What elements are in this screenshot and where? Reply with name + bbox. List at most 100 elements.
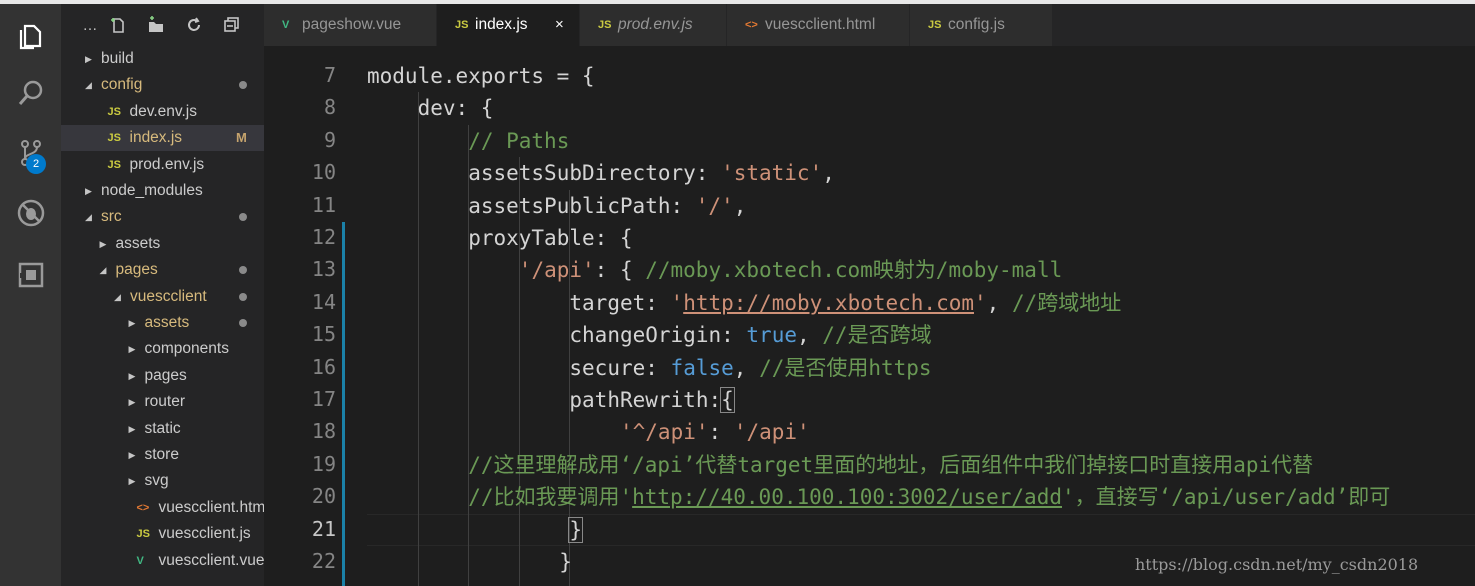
tree-item[interactable]: JS prod.env.js: [61, 152, 264, 178]
tree-item[interactable]: ◢ config: [61, 72, 264, 98]
code-token: '/api': [733, 420, 810, 445]
code-token: changeOrigin:: [569, 323, 747, 348]
collapse-all-icon[interactable]: [221, 14, 243, 36]
debug-icon[interactable]: [12, 194, 50, 232]
new-folder-icon[interactable]: [145, 14, 167, 36]
tree-item[interactable]: ▶ pages: [61, 363, 264, 389]
modified-dot: [239, 319, 247, 327]
code-token: proxyTable: {: [468, 226, 633, 250]
code-token: 'static': [721, 161, 823, 186]
tab-pageshow-vue[interactable]: Vpageshow.vue: [264, 4, 436, 46]
code-line[interactable]: dev: {: [418, 92, 494, 124]
code-line[interactable]: //比如我要调用'http://40.00.100.100:3002/user/…: [468, 481, 1390, 513]
activity-bar: 2: [0, 4, 61, 586]
tree-item[interactable]: ◢ pages: [61, 257, 264, 283]
code-line[interactable]: assetsSubDirectory: 'static',: [468, 157, 835, 189]
code-line[interactable]: //这里理解成用‘/api’代替target里面的地址，后面组件中我们掉接口时直…: [468, 449, 1313, 481]
tree-item[interactable]: ▶ assets: [61, 310, 264, 336]
code-token: '/': [695, 193, 734, 218]
code-line[interactable]: module.exports = {: [367, 60, 595, 92]
js-file-icon: JS: [136, 528, 150, 541]
line-number: 7: [323, 63, 336, 87]
modified-dot: [239, 213, 247, 222]
code-token: //是否跨域: [822, 323, 932, 348]
tab-index-js[interactable]: JS index.js ×: [437, 4, 579, 46]
code-line[interactable]: assetsPublicPath: '/',: [468, 190, 746, 222]
modified-dot: [239, 266, 247, 275]
tree-item[interactable]: JS index.js M: [61, 125, 264, 152]
tree-item[interactable]: ◢ vuescclient: [61, 284, 264, 310]
code-line[interactable]: }: [559, 546, 572, 578]
code-token: assetsPublicPath:: [468, 193, 696, 218]
tree-item-label: src: [101, 208, 122, 226]
editor-tabs: Vpageshow.vue JS index.js × JS prod.env.js <> v…: [264, 4, 1475, 46]
refresh-icon[interactable]: [183, 14, 205, 36]
tree-item[interactable]: ▶ build: [61, 46, 264, 72]
files-icon[interactable]: [12, 16, 50, 54]
tree-item[interactable]: ▶ store: [61, 442, 264, 468]
tree-item[interactable]: JS vuescclient.js: [61, 521, 264, 547]
line-number: 18: [311, 419, 336, 444]
code-editor[interactable]: 7 module.exports = {8 dev: {9 // Paths 10 ass…: [264, 46, 1475, 586]
js-file-icon: JS: [928, 19, 942, 31]
line-number: 22: [311, 549, 336, 573]
scm-badge: 2: [26, 154, 46, 174]
code-token: ': [974, 290, 987, 315]
tree-item[interactable]: ▶ assets: [61, 231, 264, 257]
tree-item-label: vuescclient: [130, 287, 207, 305]
code-token: http://40.00.100.100:3002/user/add: [632, 485, 1062, 510]
tab-label: prod.env.js: [618, 16, 693, 33]
tree-item[interactable]: ▶ static: [61, 416, 264, 442]
tree-item[interactable]: ▶ router: [61, 389, 264, 415]
code-line[interactable]: // Paths: [468, 125, 569, 157]
js-file-icon: JS: [455, 19, 469, 31]
modified-dot: [239, 81, 247, 90]
tree-item-label: prod.env.js: [129, 155, 205, 173]
line-number: 15: [311, 322, 336, 347]
modified-dot: [239, 292, 247, 301]
js-file-icon: JS: [107, 132, 121, 145]
more-actions-icon[interactable]: …: [79, 14, 101, 36]
js-file-icon: JS: [107, 105, 121, 118]
new-file-icon[interactable]: [107, 14, 129, 36]
code-line[interactable]: proxyTable: {: [468, 222, 632, 254]
close-icon[interactable]: ×: [555, 4, 564, 46]
tab-prod-env-js[interactable]: JS prod.env.js: [580, 4, 726, 46]
chevron-down-icon: ◢: [114, 291, 121, 302]
code-line[interactable]: changeOrigin: true, //是否跨域: [569, 319, 931, 351]
indent-guide: [417, 92, 419, 586]
tree-item[interactable]: JS dev.env.js: [61, 99, 264, 125]
code-line[interactable]: '^/api': '/api': [620, 416, 810, 448]
html-file-icon: <>: [745, 19, 758, 31]
extensions-icon[interactable]: [12, 256, 50, 294]
tab-config-js[interactable]: JS config.js: [910, 4, 1052, 46]
explorer-toolbar: …: [61, 4, 264, 46]
code-line[interactable]: pathRewrith:{: [569, 384, 735, 416]
code-line[interactable]: '/api': { //moby.xbotech.com映射为/moby-mal…: [519, 254, 1062, 286]
line-number: 10: [311, 160, 336, 185]
chevron-right-icon: ▶: [128, 370, 136, 381]
chevron-right-icon: ▶: [99, 238, 107, 249]
tree-item-label: vuescclient.vue: [158, 551, 265, 569]
code-line[interactable]: }: [568, 514, 584, 546]
chevron-right-icon: ▶: [85, 54, 92, 64]
tab-vuescclient-html[interactable]: <> vuescclient.html: [727, 4, 909, 46]
search-icon[interactable]: [12, 74, 50, 112]
tree-item[interactable]: ◢ src: [61, 204, 264, 230]
watermark: https://blog.csdn.net/my_csdn2018: [1135, 555, 1419, 574]
tree-item[interactable]: ▶ node_modules: [61, 178, 264, 204]
tree-item-label: index.js: [129, 129, 183, 147]
current-line-highlight: [367, 513, 1475, 546]
tree-item[interactable]: ▶ svg: [61, 468, 264, 494]
tree-item[interactable]: <> vuescclient.html: [61, 495, 265, 521]
tree-item[interactable]: ▶ components: [61, 336, 264, 362]
vue-file-icon: V: [136, 554, 144, 567]
code-token: '，直接写‘/api/user/add’即可: [1062, 485, 1391, 510]
tree-item[interactable]: Vvuescclient.vue: [61, 548, 265, 574]
js-file-icon: JS: [107, 158, 121, 171]
code-line[interactable]: target: 'http://moby.xbotech.com', //跨域地…: [569, 287, 1121, 319]
code-line[interactable]: secure: false, //是否使用https: [569, 352, 931, 384]
chevron-right-icon: ▶: [128, 476, 136, 487]
code-token: '/api': [518, 258, 595, 283]
line-number: 16: [311, 354, 336, 379]
